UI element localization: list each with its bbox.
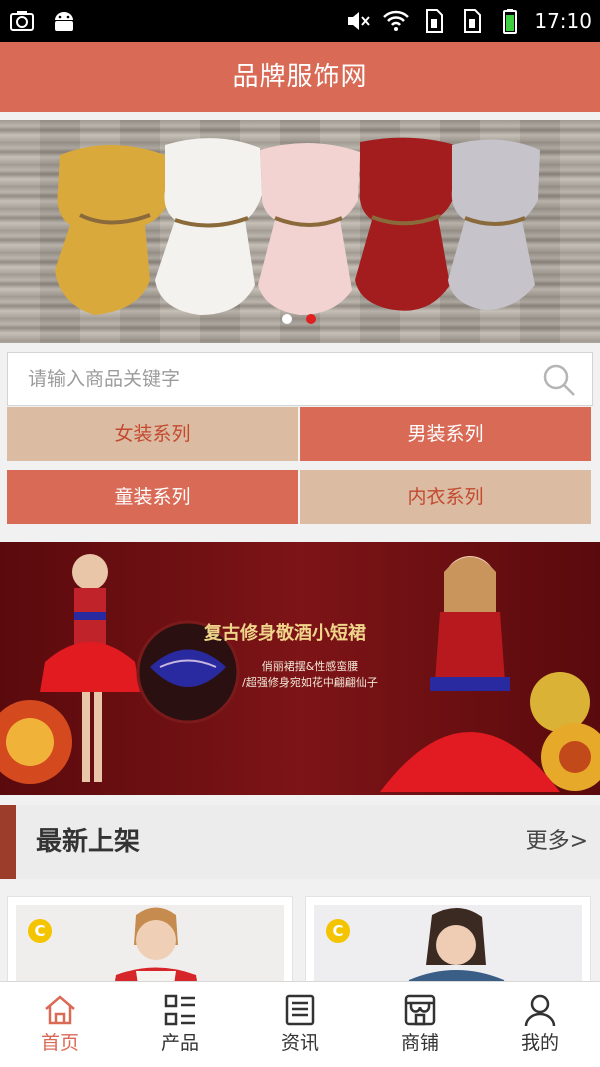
search-box [7, 352, 593, 406]
android-icon [55, 12, 73, 31]
shop-icon [404, 994, 436, 1026]
nav-label: 我的 [520, 1032, 559, 1054]
category-women[interactable]: 女装系列 [7, 407, 298, 461]
wifi-icon [383, 10, 410, 31]
bottom-nav: 首页 产品 资讯 商铺 我的 [0, 981, 600, 1067]
garment-red [355, 137, 455, 311]
banner-image [55, 137, 540, 315]
home-icon [45, 995, 75, 1025]
grid-list-icon [164, 994, 195, 1026]
category-underwear[interactable]: 内衣系列 [300, 470, 591, 524]
category-men[interactable]: 男装系列 [300, 407, 591, 461]
garment-pink [258, 142, 360, 315]
nav-label: 商铺 [400, 1032, 439, 1054]
nav-label: 首页 [40, 1032, 79, 1054]
garment-grey [448, 139, 540, 310]
promo-headline: 复古修身敬酒小短裙 [203, 622, 366, 644]
search-icon[interactable] [542, 363, 576, 397]
carousel-dot[interactable] [282, 314, 292, 324]
page-title: 品牌服饰网 [232, 62, 368, 92]
mute-icon [348, 12, 371, 30]
section-accent-bar [0, 805, 16, 879]
nav-label: 资讯 [280, 1032, 319, 1054]
more-link[interactable]: 更多> [526, 805, 588, 879]
promo-banner[interactable]: 复古修身敬酒小短裙 俏丽裙摆&性感蛮腰 /超强修身宛如花中翩翩仙子 [0, 542, 600, 795]
garment-yellow [55, 145, 170, 315]
nav-item-products[interactable]: 产品 [120, 982, 240, 1067]
banner-carousel[interactable] [0, 120, 600, 343]
camera-icon [10, 11, 34, 31]
product-badge: C [326, 919, 350, 943]
promo-line-2: /超强修身宛如花中翩翩仙子 [242, 675, 378, 689]
battery-icon [503, 9, 518, 34]
garment-white [155, 138, 262, 315]
user-icon [524, 994, 556, 1027]
clock: 17:10 [534, 9, 592, 33]
search-input[interactable] [8, 353, 528, 405]
nav-item-shop[interactable]: 商铺 [360, 982, 480, 1067]
nav-label: 产品 [160, 1032, 199, 1054]
nav-item-home[interactable]: 首页 [0, 982, 120, 1067]
app-screen: 17:10 品牌服饰网 请输入商品关键字 女装系列 男装系列 童装系列 内衣系列… [0, 0, 600, 1067]
news-icon [285, 994, 315, 1026]
carousel-dots [282, 314, 316, 324]
status-bar: 17:10 [0, 0, 600, 42]
section-header: 最新上架 更多> [0, 805, 600, 879]
app-header: 品牌服饰网 [0, 42, 600, 112]
promo-line-1: 俏丽裙摆&性感蛮腰 [262, 659, 359, 673]
category-kids[interactable]: 童装系列 [7, 470, 298, 524]
carousel-dot-active[interactable] [306, 314, 316, 324]
section-title: 最新上架 [36, 827, 141, 857]
nav-item-news[interactable]: 资讯 [240, 982, 360, 1067]
sim2-icon [464, 9, 482, 33]
promo-image: 复古修身敬酒小短裙 俏丽裙摆&性感蛮腰 /超强修身宛如花中翩翩仙子 [0, 542, 600, 795]
sim1-icon [426, 9, 444, 33]
nav-item-mine[interactable]: 我的 [480, 982, 600, 1067]
product-badge: C [28, 919, 52, 943]
